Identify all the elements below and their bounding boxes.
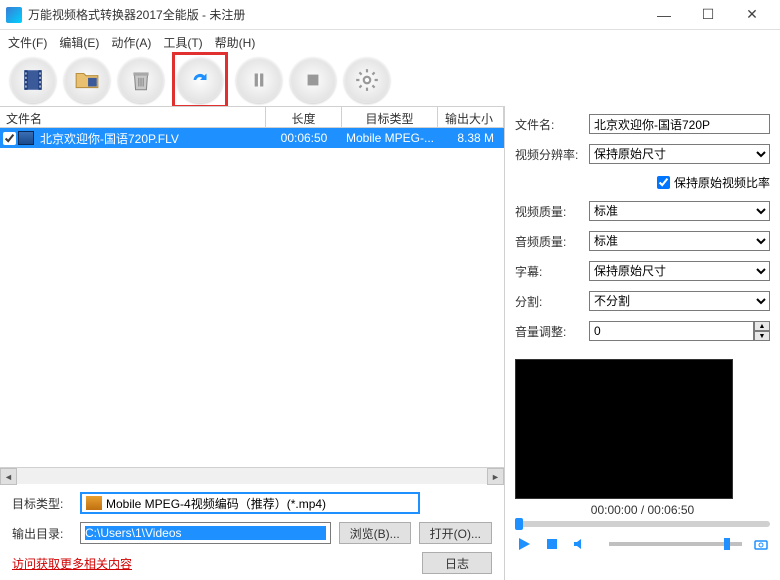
toolbar [0,54,780,106]
add-folder-button[interactable] [64,57,110,103]
mute-button[interactable] [571,535,589,553]
pause-button[interactable] [236,57,282,103]
close-button[interactable]: ✕ [730,1,774,29]
spin-up[interactable]: ▲ [754,321,770,331]
scroll-left-arrow[interactable]: ◄ [0,468,17,485]
row-length: 00:06:50 [266,131,342,145]
volume-input[interactable] [589,321,754,341]
resolution-label: 视频分辨率: [515,146,589,163]
list-header: 文件名 长度 目标类型 输出大小 [0,106,504,128]
menu-edit[interactable]: 编辑(E) [59,34,99,51]
horizontal-scrollbar[interactable]: ◄ ► [0,467,504,484]
menubar: 文件(F) 编辑(E) 动作(A) 工具(T) 帮助(H) [0,30,780,54]
add-file-button[interactable] [10,57,56,103]
stop-button[interactable] [290,57,336,103]
col-size[interactable]: 输出大小 [438,107,504,127]
scroll-right-arrow[interactable]: ► [487,468,504,485]
scroll-track[interactable] [17,468,487,484]
gear-icon [354,67,380,93]
menu-help[interactable]: 帮助(H) [215,34,256,51]
spin-down[interactable]: ▼ [754,331,770,341]
seek-knob[interactable] [515,518,523,530]
volume-spinner[interactable]: ▲ ▼ [589,321,770,341]
audio-quality-label: 音频质量: [515,233,589,250]
menu-file[interactable]: 文件(F) [8,34,47,51]
subtitle-label: 字幕: [515,263,589,280]
log-button[interactable]: 日志 [422,552,492,574]
open-button[interactable]: 打开(O)... [419,522,492,544]
col-filename[interactable]: 文件名 [0,107,266,127]
row-filename: 北京欢迎你-国语720P.FLV [38,130,266,147]
format-icon [86,496,102,510]
list-row[interactable]: 北京欢迎你-国语720P.FLV 00:06:50 Mobile MPEG-..… [0,128,504,148]
target-type-value: Mobile MPEG-4视频编码（推荐）(*.mp4) [106,495,414,512]
col-length[interactable]: 长度 [266,107,342,127]
minimize-button[interactable]: — [642,1,686,29]
titlebar: 万能视频格式转换器2017全能版 - 未注册 — ☐ ✕ [0,0,780,30]
menu-action[interactable]: 动作(A) [111,34,151,51]
preview-controls [515,535,770,553]
preview-time: 00:00:00 / 00:06:50 [515,503,770,517]
preview-stop-button[interactable] [543,535,561,553]
resolution-select[interactable]: 保持原始尺寸 [589,144,770,164]
left-pane: 文件名 长度 目标类型 输出大小 北京欢迎你-国语720P.FLV 00:06:… [0,106,505,580]
content: 文件名 长度 目标类型 输出大小 北京欢迎你-国语720P.FLV 00:06:… [0,106,780,580]
volume-knob[interactable] [724,538,730,550]
film-strip-icon [20,67,46,93]
maximize-button[interactable]: ☐ [686,1,730,29]
video-quality-select[interactable]: 标准 [589,201,770,221]
volume-slider[interactable] [609,542,742,546]
row-size: 8.38 M [438,131,504,145]
target-type-combo[interactable]: Mobile MPEG-4视频编码（推荐）(*.mp4) [80,492,420,514]
target-type-label: 目标类型: [12,495,72,512]
more-link[interactable]: 访问获取更多相关内容 [12,555,132,572]
output-dir-input[interactable] [85,526,326,540]
pause-icon [246,67,272,93]
settings-button[interactable] [344,57,390,103]
filename-input[interactable] [589,114,770,134]
keep-ratio-label: 保持原始视频比率 [674,174,770,191]
keep-ratio-checkbox[interactable] [657,176,670,189]
output-dir-label: 输出目录: [12,525,72,542]
play-button[interactable] [515,535,533,553]
filename-label: 文件名: [515,116,589,133]
video-thumb-icon [18,131,34,145]
folder-film-icon [74,67,100,93]
menu-tools[interactable]: 工具(T) [163,34,202,51]
delete-button[interactable] [118,57,164,103]
audio-quality-select[interactable]: 标准 [589,231,770,251]
right-pane: 文件名: 视频分辨率: 保持原始尺寸 保持原始视频比率 视频质量: 标准 音频质… [505,106,780,580]
volume-label: 音量调整: [515,323,589,340]
window-title: 万能视频格式转换器2017全能版 - 未注册 [28,6,642,23]
app-icon [6,7,22,23]
file-list[interactable]: 北京欢迎你-国语720P.FLV 00:06:50 Mobile MPEG-..… [0,128,504,467]
row-checkbox[interactable] [3,132,16,145]
col-target[interactable]: 目标类型 [342,107,438,127]
output-dir-field[interactable] [80,522,331,544]
convert-arrow-icon [187,67,213,93]
snapshot-button[interactable] [752,535,770,553]
preview-area [515,359,733,499]
subtitle-select[interactable]: 保持原始尺寸 [589,261,770,281]
split-label: 分割: [515,293,589,310]
browse-button[interactable]: 浏览(B)... [339,522,411,544]
convert-button[interactable] [177,57,223,103]
preview-seek-slider[interactable] [515,521,770,527]
video-quality-label: 视频质量: [515,203,589,220]
trash-icon [128,67,154,93]
convert-highlight [172,52,228,108]
split-select[interactable]: 不分割 [589,291,770,311]
bottom-panel: 目标类型: Mobile MPEG-4视频编码（推荐）(*.mp4) 输出目录:… [0,484,504,580]
stop-icon [300,67,326,93]
row-target: Mobile MPEG-... [342,131,438,145]
